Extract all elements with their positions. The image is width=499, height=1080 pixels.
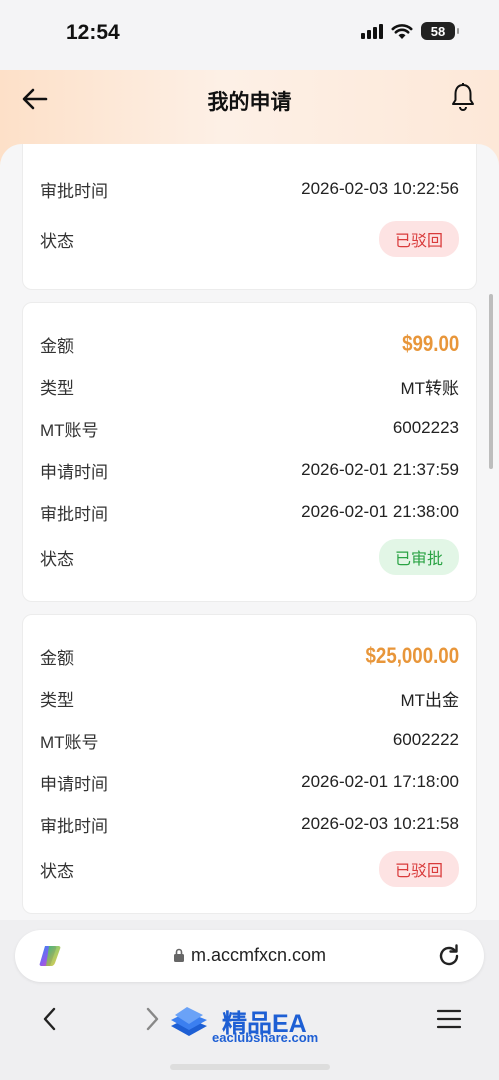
amount-value: $25,000.00 xyxy=(365,643,459,668)
home-indicator xyxy=(170,1064,330,1070)
chevron-right-icon[interactable] xyxy=(136,1004,166,1034)
row-label: 申请时间 xyxy=(40,774,108,794)
status-badge: 已审批 xyxy=(378,539,459,575)
lock-icon xyxy=(173,948,184,962)
wifi-icon xyxy=(391,23,413,39)
status-row: 状态 已审批 xyxy=(40,539,459,575)
row-value: 2026-02-03 10:21:58 xyxy=(301,814,459,833)
amount-value: $99.00 xyxy=(401,331,459,356)
applications-list[interactable]: 审批时间 2026-02-03 10:22:56 状态 已驳回 金额 $99.0… xyxy=(0,144,499,924)
browser-toolbar: m.accmfxcn.com 11 精品EA eaclubshare.com xyxy=(0,920,499,1080)
application-card: 审批时间 2026-02-03 10:22:56 状态 已驳回 xyxy=(22,144,477,290)
card-row: 类型 MT出金 xyxy=(40,683,459,713)
row-value: MT转账 xyxy=(400,378,459,398)
status-time: 12:54 xyxy=(66,21,120,44)
card-row: 审批时间 2026-02-03 10:22:56 xyxy=(40,174,459,204)
page-title: 我的申请 xyxy=(207,91,292,114)
row-value: 6002222 xyxy=(392,730,459,749)
amount-label: 金额 xyxy=(40,336,74,356)
signal-icon xyxy=(361,23,383,39)
card-row: 审批时间 2026-02-01 21:38:00 xyxy=(40,497,459,527)
row-label: 审批时间 xyxy=(40,504,108,524)
status-badge: 已驳回 xyxy=(378,851,459,887)
url-text[interactable]: m.accmfxcn.com xyxy=(191,945,326,965)
menu-icon[interactable] xyxy=(434,1004,464,1034)
row-value: 6002223 xyxy=(392,418,459,437)
amount-row: 金额 $25,000.00 xyxy=(40,641,459,671)
row-label: 申请时间 xyxy=(40,462,108,482)
scrollbar[interactable] xyxy=(489,294,493,469)
application-card: 金额 $99.00 类型 MT转账 MT账号 6002223 申请时间 2026… xyxy=(22,302,477,602)
status-row: 状态 已驳回 xyxy=(40,221,459,257)
battery-icon: 58 xyxy=(421,22,459,40)
status-row: 状态 已驳回 xyxy=(40,851,459,887)
reload-icon[interactable] xyxy=(436,943,462,969)
status-badge: 已驳回 xyxy=(378,221,459,257)
row-label: 审批时间 xyxy=(40,816,108,836)
card-row: 申请时间 2026-02-01 21:37:59 xyxy=(40,455,459,485)
status-label: 状态 xyxy=(40,549,74,569)
row-label: MT账号 xyxy=(40,420,99,440)
row-value: 2026-02-01 21:38:00 xyxy=(301,502,459,521)
url-container: m.accmfxcn.com xyxy=(15,945,484,966)
card-row: MT账号 6002222 xyxy=(40,725,459,755)
application-card: 金额 $25,000.00 类型 MT出金 MT账号 6002222 申请时间 … xyxy=(22,614,477,914)
status-bar: 12:54 58 xyxy=(0,0,499,70)
bell-icon[interactable] xyxy=(449,82,477,112)
amount-label: 金额 xyxy=(40,648,74,668)
status-label: 状态 xyxy=(40,231,74,251)
address-bar[interactable]: m.accmfxcn.com xyxy=(15,930,484,982)
row-label: MT账号 xyxy=(40,732,99,752)
chevron-left-icon[interactable] xyxy=(36,1004,66,1034)
row-value: MT出金 xyxy=(400,690,459,710)
card-row: MT账号 6002223 xyxy=(40,413,459,443)
watermark-logo-icon xyxy=(171,1007,207,1036)
row-label: 类型 xyxy=(40,690,74,710)
card-row: 审批时间 2026-02-03 10:21:58 xyxy=(40,809,459,839)
amount-row: 金额 $99.00 xyxy=(40,329,459,359)
card-row: 申请时间 2026-02-01 17:18:00 xyxy=(40,767,459,797)
row-value: 2026-02-01 17:18:00 xyxy=(301,772,459,791)
status-label: 状态 xyxy=(40,861,74,881)
row-value: 2026-02-03 10:22:56 xyxy=(301,179,459,198)
page-header: 我的申请 xyxy=(0,70,499,130)
row-label: 类型 xyxy=(40,378,74,398)
row-label: 审批时间 xyxy=(40,181,108,201)
status-icons: 58 xyxy=(361,22,459,40)
watermark-subtitle: eaclubshare.com xyxy=(212,1030,319,1045)
card-row: 类型 MT转账 xyxy=(40,371,459,401)
row-value: 2026-02-01 21:37:59 xyxy=(301,460,459,479)
